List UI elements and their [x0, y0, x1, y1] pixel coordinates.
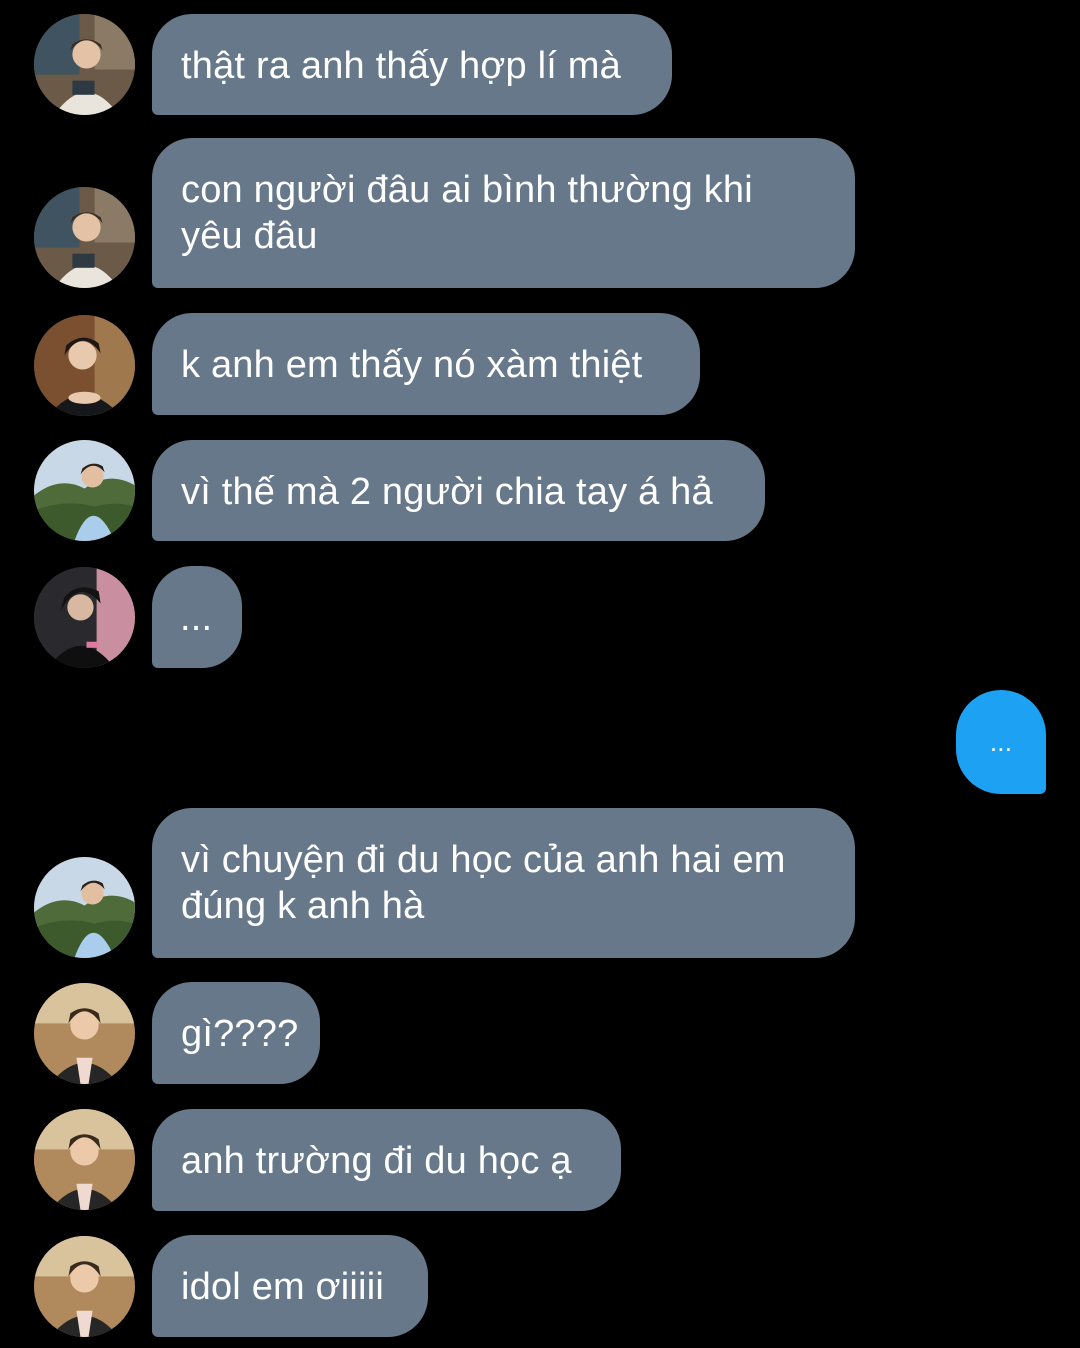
chat-thread: thật ra anh thấy hợp lí mà con người đâu… [0, 0, 1080, 1348]
avatar[interactable] [34, 1236, 135, 1337]
avatar[interactable] [34, 187, 135, 288]
message-bubble[interactable]: thật ra anh thấy hợp lí mà [152, 14, 672, 115]
message-bubble[interactable]: vì chuyện đi du học của anh hai em đúng … [152, 808, 855, 958]
avatar-photo-icon [34, 440, 135, 541]
message-bubble[interactable]: anh trường đi du học ạ [152, 1109, 621, 1211]
avatar[interactable] [34, 857, 135, 958]
avatar-photo-icon [34, 857, 135, 958]
message-bubble[interactable]: ... [152, 566, 242, 668]
message-bubble[interactable]: k anh em thấy nó xàm thiệt [152, 313, 700, 415]
avatar[interactable] [34, 14, 135, 115]
message-bubble[interactable]: gì???? [152, 982, 320, 1084]
outgoing-message-bubble[interactable]: ... [956, 690, 1046, 794]
avatar[interactable] [34, 440, 135, 541]
message-bubble[interactable]: vì thế mà 2 người chia tay á hả [152, 440, 765, 541]
avatar-photo-icon [34, 187, 135, 288]
avatar-photo-icon [34, 315, 135, 416]
avatar[interactable] [34, 567, 135, 668]
avatar-photo-icon [34, 1109, 135, 1210]
avatar-photo-icon [34, 983, 135, 1084]
avatar[interactable] [34, 1109, 135, 1210]
avatar-photo-icon [34, 14, 135, 115]
message-bubble[interactable]: con người đâu ai bình thường khi yêu đâu [152, 138, 855, 288]
avatar[interactable] [34, 983, 135, 1084]
avatar-photo-icon [34, 567, 135, 668]
avatar-photo-icon [34, 1236, 135, 1337]
avatar[interactable] [34, 315, 135, 416]
message-bubble[interactable]: idol em ơiiiii [152, 1235, 428, 1337]
